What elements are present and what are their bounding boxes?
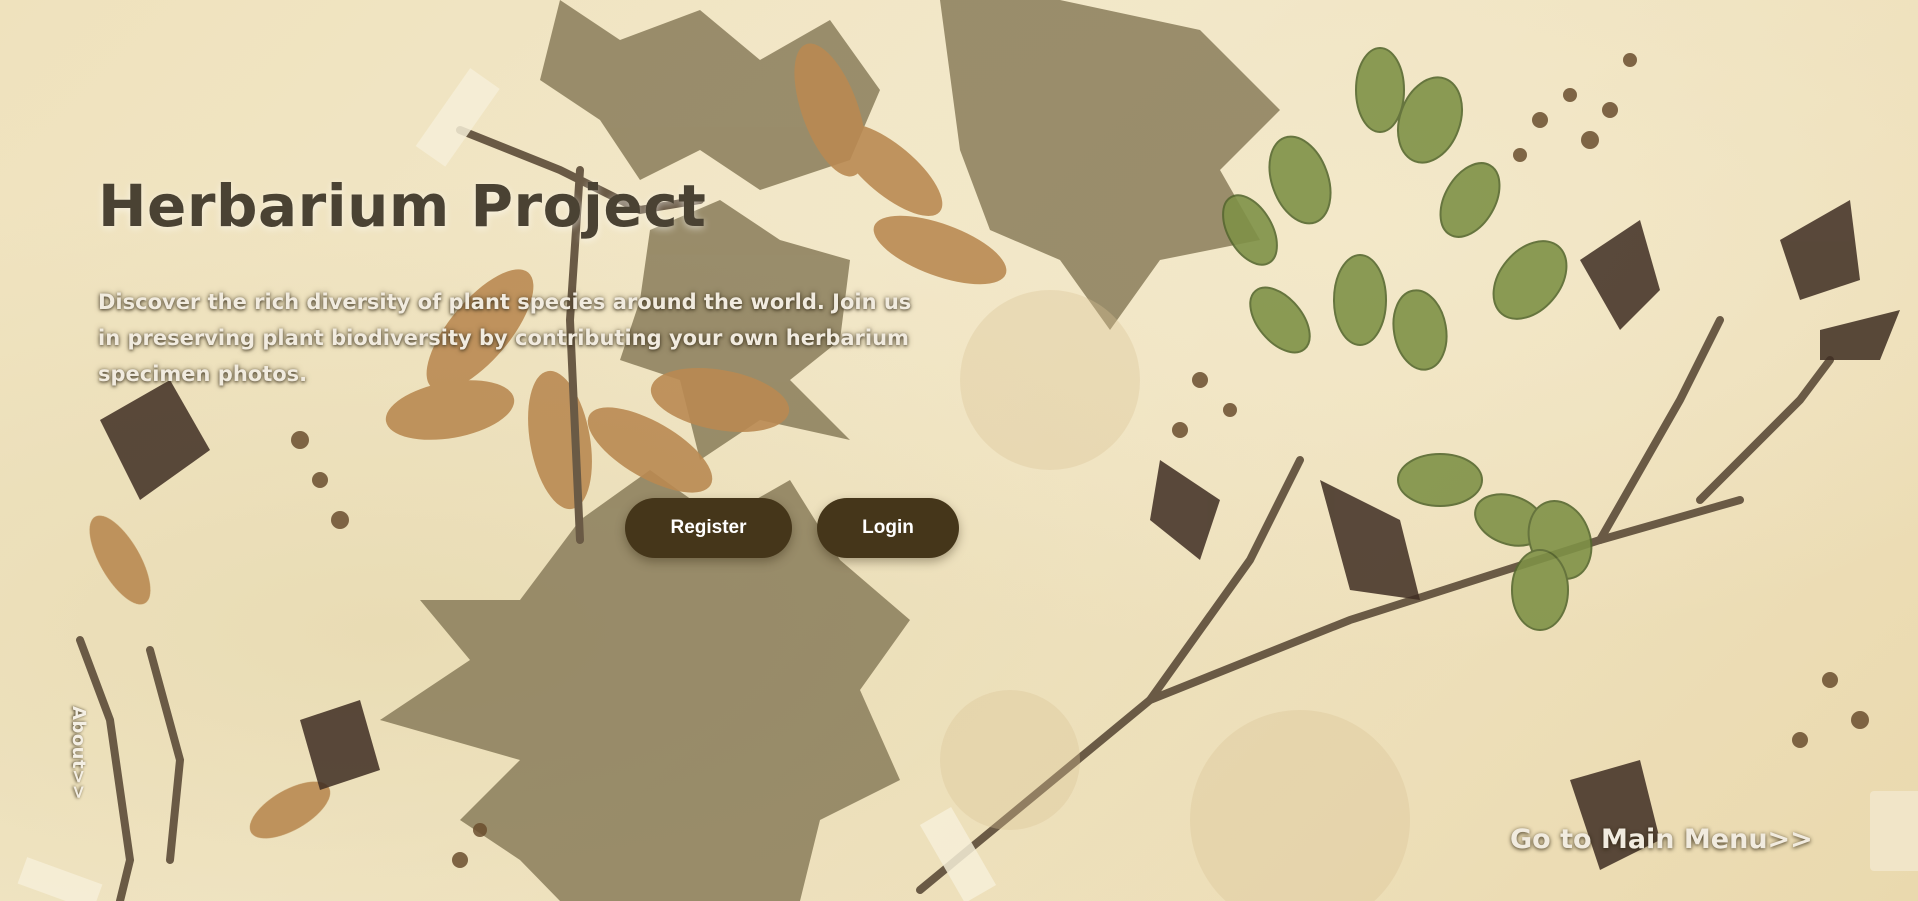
herbarium-background [0,0,1918,901]
about-link[interactable]: About>> [68,706,89,800]
page-title: Herbarium Project [98,172,707,240]
corner-tab [1870,791,1918,871]
pressed-plants-illustration [17,0,1900,901]
main-menu-link[interactable]: Go to Main Menu>> [1510,824,1813,855]
login-button[interactable]: Login [817,498,959,558]
register-button[interactable]: Register [625,498,792,558]
hero-description: Discover the rich diversity of plant spe… [98,290,912,386]
